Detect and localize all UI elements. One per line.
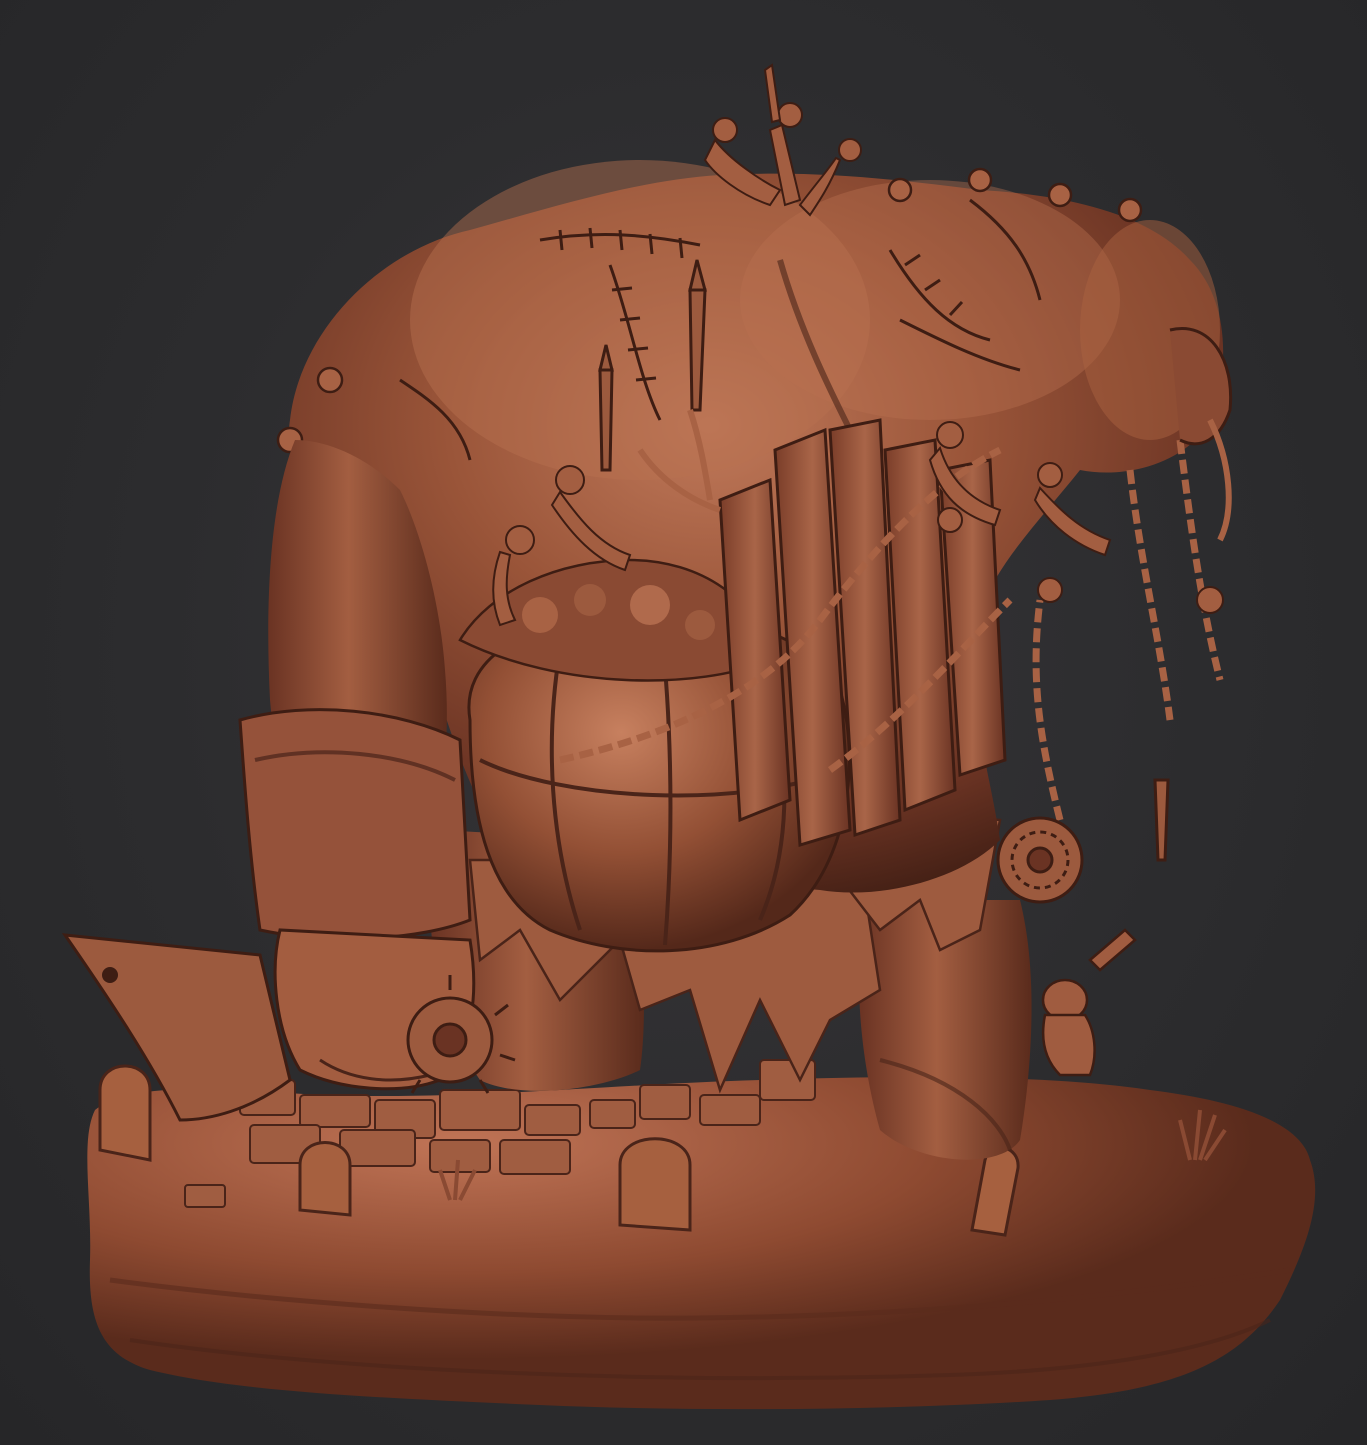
- render-viewport: [0, 0, 1367, 1445]
- round-shield: [996, 816, 1084, 904]
- ogre-sculpture-render: [61, 63, 1316, 1410]
- goblin-figure: [1041, 928, 1137, 1077]
